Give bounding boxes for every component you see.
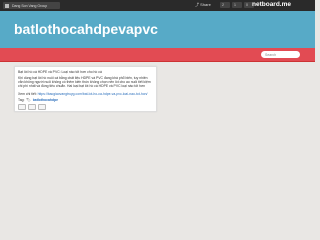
post-card: Bạt lót hồ cá HDPE và PVC: Loại nào tốt … (14, 66, 157, 112)
tag-icon: 🏷 (26, 98, 31, 102)
like-button[interactable] (18, 104, 26, 110)
tag-row: Tag: 🏷 batlothocahdpe (18, 98, 58, 102)
post-heading: Bạt lót hồ cá HDPE và PVC: Loại nào tốt … (18, 70, 102, 74)
tag-link[interactable]: batlothocahdpe (33, 98, 58, 102)
message-counter[interactable]: 1 (232, 2, 242, 8)
more-prefix: Xem chi tiết: (18, 92, 37, 96)
post-body: Khi dùng bạt lót hồ nuôi cá bằng chất li… (18, 76, 151, 89)
share-button[interactable]: ⤴ Share (195, 2, 211, 8)
top-bar: Dang Son Vang Group ⤴ Share 2 1 0 netboa… (0, 0, 315, 11)
search-placeholder: Search (265, 52, 277, 57)
page-title: batlothocahdpevapvc (14, 21, 158, 37)
brand-logo[interactable]: netboard.me (252, 1, 291, 8)
post-more: Xem chi tiết: https://bacgiaovangtruyg.c… (18, 92, 153, 96)
search-input[interactable]: Search (261, 51, 300, 58)
group-menu-button[interactable]: Dang Son Vang Group (3, 2, 60, 9)
group-menu-label: Dang Son Vang Group (12, 3, 48, 8)
comment-button[interactable] (28, 104, 36, 110)
notification-counter[interactable]: 2 (220, 2, 230, 8)
site-header: batlothocahdpevapvc (0, 11, 315, 48)
share-label: Share (200, 2, 211, 7)
post-actions (18, 104, 46, 110)
share-post-button[interactable] (38, 104, 46, 110)
post-link[interactable]: https://bacgiaovangtruyg.com/bat-lot-ho-… (38, 92, 148, 96)
tag-label: Tag: (18, 98, 25, 102)
counter-group: 2 1 0 (220, 2, 254, 8)
menu-icon (5, 3, 9, 8)
